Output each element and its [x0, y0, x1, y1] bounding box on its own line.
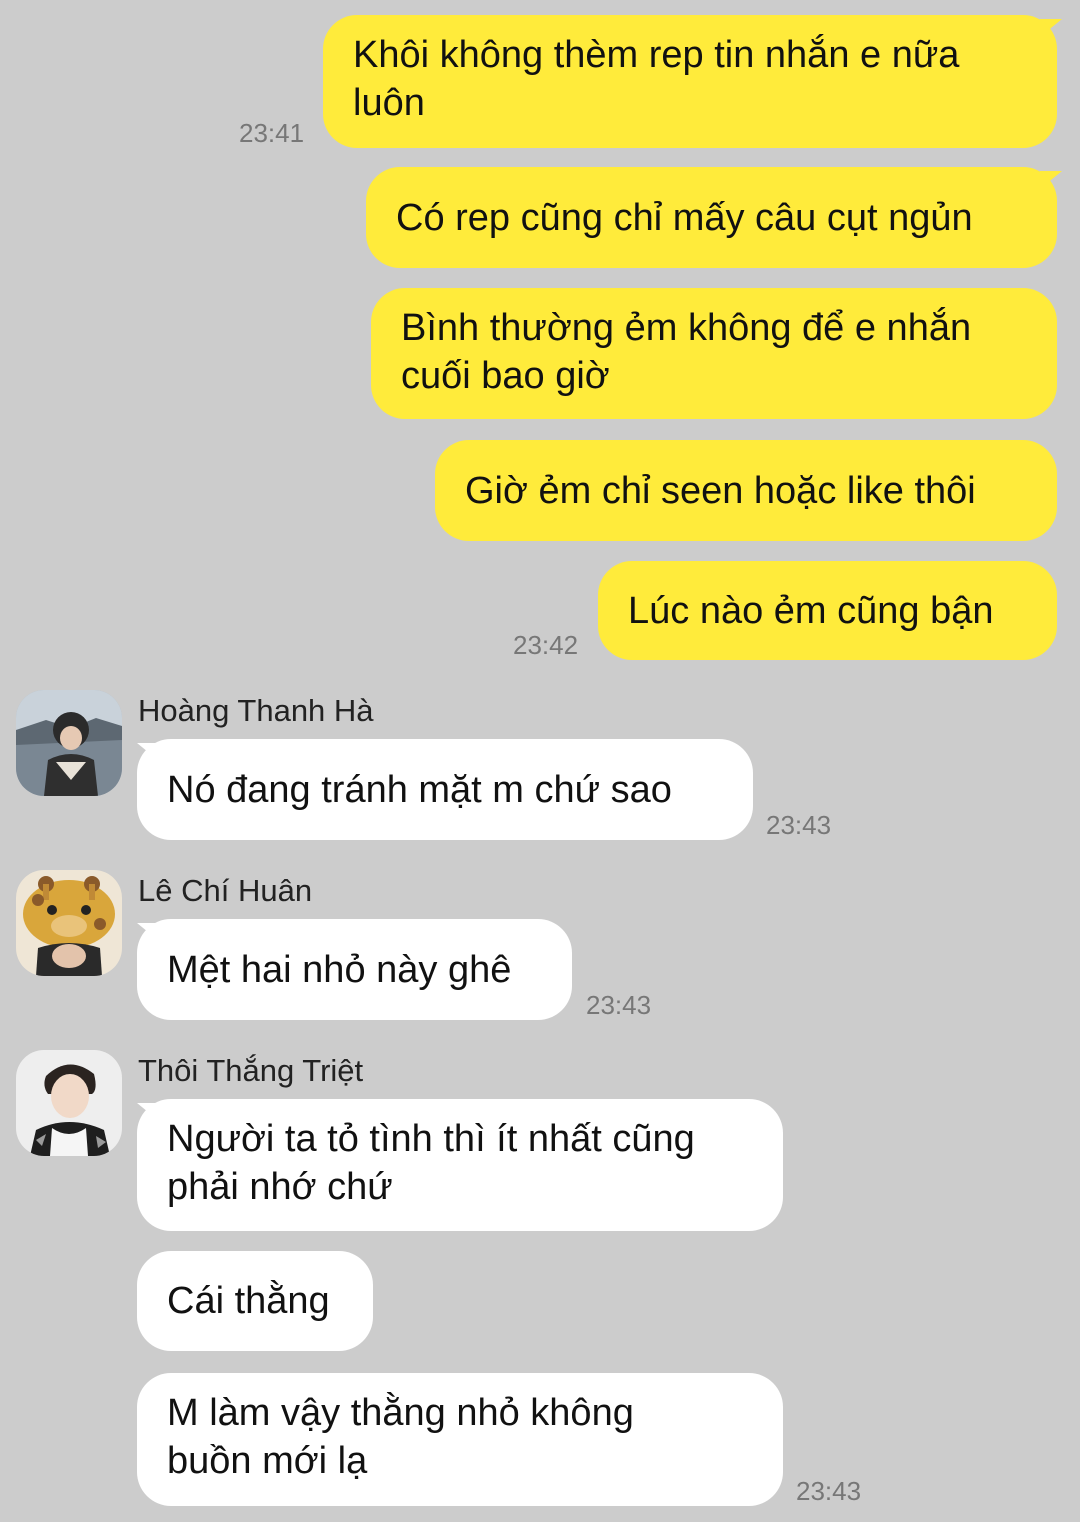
outgoing-message-bubble[interactable]: Bình thường ẻm không để e nhắn cuối bao … — [371, 288, 1057, 419]
incoming-message-bubble[interactable]: Mệt hai nhỏ này ghê — [137, 919, 572, 1020]
incoming-message-bubble[interactable]: Người ta tỏ tình thì ít nhất cũng phải n… — [137, 1099, 783, 1231]
incoming-message-bubble[interactable]: M làm vậy thằng nhỏ không buồn mới lạ — [137, 1373, 783, 1506]
message-text: Cái thằng — [167, 1280, 330, 1322]
message-text-line: Khôi không thèm rep tin nhắn e nữa — [353, 34, 960, 76]
avatar-photo-coast — [16, 690, 122, 796]
message-text: Giờ ẻm chỉ seen hoặc like thôi — [465, 469, 976, 512]
outgoing-message-bubble[interactable]: Có rep cũng chỉ mấy câu cụt ngủn — [366, 167, 1057, 268]
sender-name: Thôi Thắng Triệt — [138, 1053, 364, 1088]
sender-avatar[interactable] — [16, 690, 122, 796]
message-text: Mệt hai nhỏ này ghê — [167, 948, 512, 991]
message-text-line: M làm vậy thằng nhỏ không — [167, 1392, 634, 1434]
avatar-photo-giraffe-hat — [16, 870, 122, 976]
message-text-line: luôn — [353, 82, 425, 124]
outgoing-message-bubble[interactable]: Giờ ẻm chỉ seen hoặc like thôi — [435, 440, 1057, 541]
message-timestamp: 23:43 — [586, 990, 652, 1020]
message-text-line: Người ta tỏ tình thì ít nhất cũng — [167, 1118, 695, 1160]
sender-avatar[interactable] — [16, 870, 122, 976]
sender-name: Lê Chí Huân — [138, 873, 313, 908]
message-text-line: Bình thường ẻm không để e nhắn — [401, 307, 972, 349]
message-text: Lúc nào ẻm cũng bận — [628, 589, 994, 632]
outgoing-message-bubble[interactable]: Lúc nào ẻm cũng bận — [598, 561, 1057, 660]
sender-name: Hoàng Thanh Hà — [138, 693, 374, 728]
message-text-line: phải nhớ chứ — [167, 1166, 393, 1208]
sender-avatar[interactable] — [16, 1050, 122, 1156]
avatar-photo-portrait — [16, 1050, 122, 1156]
message-timestamp: 23:41 — [239, 118, 305, 148]
message-timestamp: 23:42 — [513, 630, 579, 660]
message-text: Có rep cũng chỉ mấy câu cụt ngủn — [396, 196, 973, 239]
outgoing-message-bubble[interactable]: Khôi không thèm rep tin nhắn e nữa luôn — [323, 15, 1057, 148]
message-timestamp: 23:43 — [796, 1476, 862, 1506]
message-timestamp: 23:43 — [766, 810, 832, 840]
incoming-message-bubble[interactable]: Cái thằng — [137, 1251, 373, 1351]
message-text-line: cuối bao giờ — [401, 355, 610, 397]
incoming-message-bubble[interactable]: Nó đang tránh mặt m chứ sao — [137, 739, 753, 840]
message-text: Nó đang tránh mặt m chứ sao — [167, 768, 672, 811]
message-text-line: buồn mới lạ — [167, 1440, 368, 1482]
